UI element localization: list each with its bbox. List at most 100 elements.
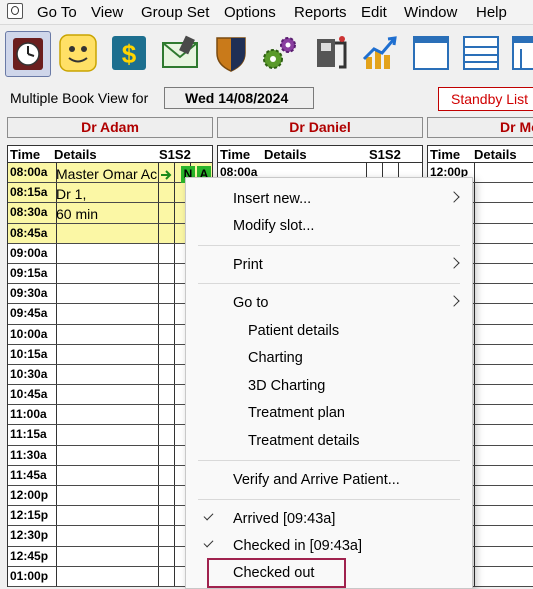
envelope-icon[interactable]	[158, 31, 204, 77]
menu-charting[interactable]: Charting	[186, 345, 472, 371]
time-label: 09:00a	[10, 245, 48, 260]
menu-window[interactable]: Window	[404, 4, 457, 21]
menu-label: Treatment plan	[248, 405, 345, 421]
menu-edit[interactable]: Edit	[361, 4, 387, 21]
menu-go-to[interactable]: Go To	[37, 4, 77, 21]
grid-header-adam: Time Details S1S2	[7, 145, 213, 163]
time-slot-row[interactable]: 09:45a	[8, 304, 212, 325]
menu-label: Treatment details	[248, 433, 360, 449]
doctor-header-adam[interactable]: Dr Adam	[7, 117, 213, 138]
doctor-header-mo[interactable]: Dr Mo	[427, 117, 533, 138]
menu-bar: Go To View Group Set Options Reports Edi…	[0, 0, 533, 25]
menu-arrived[interactable]: Arrived [09:43a]	[186, 506, 472, 532]
clock-icon[interactable]	[5, 31, 51, 77]
chevron-right-icon	[448, 191, 460, 203]
time-slot-row[interactable]: 10:00a	[8, 324, 212, 345]
time-slot-row[interactable]: 11:45a	[8, 465, 212, 486]
menu-options[interactable]: Options	[224, 4, 276, 21]
time-label: 09:45a	[10, 306, 48, 321]
menu-treatment-details[interactable]: Treatment details	[186, 428, 472, 454]
time-slot-row[interactable]: 10:15a	[8, 344, 212, 365]
menu-group-set[interactable]: Group Set	[141, 4, 209, 21]
time-slot-row[interactable]: 09:15a	[8, 263, 212, 285]
time-slot-row[interactable]: 11:15a	[8, 425, 212, 446]
menu-go-to-submenu[interactable]: Go to	[186, 290, 472, 316]
menu-label: Arrived [09:43a]	[233, 511, 336, 527]
menu-label: Patient details	[248, 323, 340, 339]
details-column-header: Details	[54, 147, 97, 162]
time-label: 11:00a	[10, 407, 47, 422]
time-slot-row[interactable]: 12:30p	[8, 526, 212, 547]
menu-reports[interactable]: Reports	[294, 4, 347, 21]
window-split-icon[interactable]	[509, 31, 533, 77]
time-slot-row[interactable]: 09:30a	[8, 284, 212, 305]
time-label: 01:00p	[10, 568, 49, 583]
time-slot-row[interactable]: 10:45a	[8, 385, 212, 406]
menu-help[interactable]: Help	[476, 4, 507, 21]
xray-icon[interactable]	[309, 31, 355, 77]
time-label: 08:15a	[10, 185, 48, 200]
window-icon[interactable]	[409, 31, 455, 77]
chart-icon[interactable]	[358, 31, 404, 77]
list-icon[interactable]	[459, 31, 505, 77]
menu-3d-charting[interactable]: 3D Charting	[186, 373, 472, 399]
time-slot-row[interactable]: 12:45p	[8, 546, 212, 567]
time-label: 10:15a	[10, 346, 48, 361]
menu-modify-slot[interactable]: Modify slot...	[186, 213, 472, 239]
menu-view[interactable]: View	[91, 4, 123, 21]
menu-treatment-plan[interactable]: Treatment plan	[186, 400, 472, 426]
time-label: 09:15a	[10, 265, 48, 280]
svg-text:$: $	[122, 39, 137, 69]
time-label: 08:30a	[10, 205, 48, 220]
time-label: 12:45p	[10, 548, 49, 563]
time-slot-row[interactable]: 01:00p	[8, 566, 212, 587]
details-column-header: Details	[264, 147, 307, 162]
time-column-header: Time	[220, 147, 251, 162]
appointment-patient-name: Master Omar Ac	[56, 166, 158, 182]
menu-patient-details[interactable]: Patient details	[186, 318, 472, 344]
shield-icon[interactable]	[209, 31, 255, 77]
menu-separator	[198, 460, 460, 461]
chevron-right-icon	[448, 295, 460, 307]
checkmark-icon	[203, 510, 214, 521]
time-slot-row[interactable]: 11:00a	[8, 405, 212, 426]
time-slot-row[interactable]: 12:00p	[8, 486, 212, 507]
time-slot-row[interactable]: 09:00a	[8, 243, 212, 264]
book-view-bar: Multiple Book View for Wed 14/08/2024 St…	[0, 84, 533, 114]
standby-list-button[interactable]: Standby List	[438, 87, 533, 111]
menu-label: 3D Charting	[248, 378, 326, 394]
menu-separator	[198, 245, 460, 246]
book-date-field[interactable]: Wed 14/08/2024	[164, 87, 314, 109]
details-column-header: Details	[474, 147, 517, 162]
arrow-icon	[160, 168, 174, 180]
menu-checked-in[interactable]: Checked in [09:43a]	[186, 533, 472, 559]
gears-icon[interactable]	[258, 31, 304, 77]
time-label: 10:00a	[10, 326, 48, 341]
time-label: 08:45a	[10, 225, 48, 240]
doctor-header-daniel[interactable]: Dr Daniel	[217, 117, 423, 138]
menu-label: Checked in [09:43a]	[233, 538, 362, 554]
menu-print[interactable]: Print	[186, 252, 472, 278]
dollar-icon[interactable]: $	[107, 31, 153, 77]
time-slot-row[interactable]: 11:30a	[8, 445, 212, 466]
smiley-icon[interactable]	[56, 31, 102, 77]
menu-insert-new[interactable]: Insert new...	[186, 186, 472, 212]
book-view-label: Multiple Book View for	[10, 90, 149, 106]
time-column-header: Time	[430, 147, 461, 162]
time-slot-row[interactable]: 12:15p	[8, 506, 212, 527]
menu-label: Go to	[233, 295, 269, 311]
time-label: 10:45a	[10, 387, 48, 402]
time-label: 12:30p	[10, 528, 49, 543]
menu-verify-arrive[interactable]: Verify and Arrive Patient...	[186, 467, 472, 493]
grid-header-mo: Time Details	[427, 145, 533, 163]
time-label: 12:15p	[10, 508, 49, 523]
menu-label: Print	[233, 257, 263, 273]
time-slot-row[interactable]: 10:30a	[8, 364, 212, 386]
menu-label: Charting	[248, 350, 303, 366]
app-clock-icon[interactable]	[7, 3, 23, 19]
time-label: 11:45a	[10, 467, 47, 482]
menu-label: Insert new...	[233, 191, 312, 207]
toolbar: $	[0, 25, 533, 83]
time-column-header: Time	[10, 147, 41, 162]
time-label: 11:15a	[10, 427, 47, 442]
